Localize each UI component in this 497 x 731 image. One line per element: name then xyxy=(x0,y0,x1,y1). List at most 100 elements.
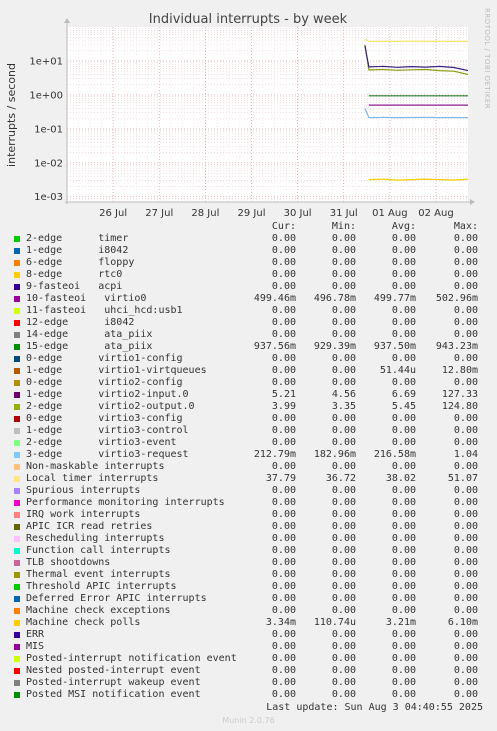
legend-avg-value: 0.00 xyxy=(391,653,416,664)
legend-name: 2-edge virtio2-output.0 xyxy=(26,401,195,412)
legend-max-value: 0.00 xyxy=(453,461,478,472)
legend-swatch xyxy=(14,572,20,578)
legend-avg-value: 0.00 xyxy=(391,269,416,280)
legend-avg-value: 0.00 xyxy=(391,533,416,544)
legend-row: 9-fasteoi acpi 0.00 0.00 0.00 0.00 xyxy=(0,281,497,293)
legend-swatch xyxy=(14,476,20,482)
legend-row: Threshold APIC interrupts 0.00 0.00 0.00 0.0… xyxy=(0,581,497,593)
legend-max-value: 0.00 xyxy=(453,425,478,436)
legend-swatch xyxy=(14,668,20,674)
legend-avg-value: 0.00 xyxy=(391,665,416,676)
legend-name: 6-edge floppy xyxy=(26,257,135,268)
legend-row: Non-maskable interrupts 0.00 0.00 0.00 0.00 xyxy=(0,461,497,473)
legend-avg-value: 0.00 xyxy=(391,461,416,472)
legend-avg-value: 0.00 xyxy=(391,569,416,580)
legend-swatch xyxy=(14,260,20,266)
x-tick-label: 30 Jul xyxy=(284,208,312,219)
legend-row: 2-edge virtio3-event 0.00 0.00 0.00 0.00 xyxy=(0,437,497,449)
legend-avg-value: 0.00 xyxy=(391,557,416,568)
legend-swatch xyxy=(14,680,20,686)
y-axis-label: interrupts / second xyxy=(5,63,18,167)
chart: Individual interrupts - by week interrup… xyxy=(5,8,491,219)
legend-max-value: 0.00 xyxy=(453,653,478,664)
legend-name: MIS xyxy=(26,641,45,652)
legend-row: APIC ICR read retries 0.00 0.00 0.00 0.00 xyxy=(0,521,497,533)
legend-row: 1-edge virtio2-input.0 5.21 4.56 6.69 127.33 xyxy=(0,389,497,401)
legend-avg-value: 6.69 xyxy=(391,389,416,400)
legend-name: Threshold APIC interrupts xyxy=(26,581,177,592)
legend-avg-value: 0.00 xyxy=(391,497,416,508)
legend-name: 0-edge virtio3-config xyxy=(26,413,183,424)
legend-row: Posted-interrupt notification event 0.00 0… xyxy=(0,653,497,665)
legend-max-value: 0.00 xyxy=(453,317,478,328)
legend-name: 10-fasteoi virtio0 xyxy=(26,293,147,304)
y-tick-label: 1e+01 xyxy=(29,56,63,67)
x-tick-label: 27 Jul xyxy=(145,208,173,219)
legend-max-value: 0.00 xyxy=(453,377,478,388)
legend-max-value: 0.00 xyxy=(453,269,478,280)
legend-name: Performance monitoring interrupts xyxy=(26,497,225,508)
legend-avg-value: 51.44u xyxy=(379,365,416,376)
legend-name: 15-edge ata_piix xyxy=(26,341,153,352)
legend-name: APIC ICR read retries xyxy=(26,521,153,532)
legend-row: Spurious interrupts 0.00 0.00 0.00 0.00 xyxy=(0,485,497,497)
legend-row: 3-edge virtio3-request 212.79m 182.96m 216.… xyxy=(0,449,497,461)
legend-row: 12-edge i8042 0.00 0.00 0.00 0.00 xyxy=(0,317,497,329)
legend-name: 2-edge timer xyxy=(26,233,129,244)
legend-max-value: 0.00 xyxy=(453,485,478,496)
y-tick-label: 1e-03 xyxy=(34,192,63,203)
legend-row: IRQ work interrupts 0.00 0.00 0.00 0.00 xyxy=(0,509,497,521)
legend-avg-value: 0.00 xyxy=(391,677,416,688)
legend-name: 0-edge virtio1-config xyxy=(26,353,183,364)
legend-max-value: 124.80 xyxy=(441,401,478,412)
legend-swatch xyxy=(14,644,20,650)
legend-name: Posted-interrupt notification event xyxy=(26,653,237,664)
legend-swatch xyxy=(14,392,20,398)
legend-name: Posted MSI notification event xyxy=(26,689,201,700)
legend-row: 11-fasteoi uhci_hcd:usb1 0.00 0.00 0.00 0.00 xyxy=(0,305,497,317)
x-tick-label: 29 Jul xyxy=(238,208,266,219)
header-avg: Avg: xyxy=(391,221,416,232)
legend-name: Machine check polls xyxy=(26,617,141,628)
legend-name: 8-edge rtc0 xyxy=(26,269,123,280)
legend-max-value: 0.00 xyxy=(453,689,478,700)
legend-max-value: 0.00 xyxy=(453,245,478,256)
legend-swatch xyxy=(14,596,20,602)
legend-name: Deferred Error APIC interrupts xyxy=(26,593,207,604)
last-update: Last update: Sun Aug 3 04:40:55 2025 xyxy=(266,702,483,713)
legend-avg-value: 0.00 xyxy=(391,257,416,268)
legend-max-value: 0.00 xyxy=(453,605,478,616)
legend-row: Posted MSI notification event 0.00 0.00 0.0… xyxy=(0,689,497,701)
legend-row: Posted-interrupt wakeup event 0.00 0.00 0.0… xyxy=(0,677,497,689)
legend-swatch xyxy=(14,452,20,458)
legend-avg-value: 0.00 xyxy=(391,437,416,448)
header-max: Max: xyxy=(453,221,478,232)
legend-row: 10-fasteoi virtio0 499.46m 496.78m 499.77m 5… xyxy=(0,293,497,305)
legend-max-value: 0.00 xyxy=(453,557,478,568)
legend-max-value: 0.00 xyxy=(453,437,478,448)
legend-row: 1-edge virtio3-control 0.00 0.00 0.00 0.00 xyxy=(0,425,497,437)
legend-avg-value: 0.00 xyxy=(391,485,416,496)
legend-name: Rescheduling interrupts xyxy=(26,533,165,544)
legend-max-value: 0.00 xyxy=(453,233,478,244)
legend-swatch xyxy=(14,272,20,278)
legend-row: 14-edge ata_piix 0.00 0.00 0.00 0.00 xyxy=(0,329,497,341)
legend-max-value: 0.00 xyxy=(453,569,478,580)
x-tick-label: 02 Aug xyxy=(418,208,453,219)
legend-name: Nested posted-interrupt event xyxy=(26,665,201,676)
legend-swatch xyxy=(14,236,20,242)
legend-max-value: 12.80m xyxy=(441,365,478,376)
legend-swatch xyxy=(14,404,20,410)
legend-swatch xyxy=(14,548,20,554)
legend-row: MIS 0.00 0.00 0.00 0.00 xyxy=(0,641,497,653)
legend-row: Nested posted-interrupt event 0.00 0.00 0.0… xyxy=(0,665,497,677)
legend-max-value: 0.00 xyxy=(453,413,478,424)
legend-header: Cur: Min: Avg: Max: xyxy=(0,221,497,233)
legend-swatch xyxy=(14,248,20,254)
legend-max-value: 0.00 xyxy=(453,593,478,604)
legend-name: IRQ work interrupts xyxy=(26,509,141,520)
legend-row: ERR 0.00 0.00 0.00 0.00 xyxy=(0,629,497,641)
legend-avg-value: 216.58m xyxy=(373,449,416,460)
legend-max-value: 0.00 xyxy=(453,509,478,520)
legend-swatch xyxy=(14,428,20,434)
